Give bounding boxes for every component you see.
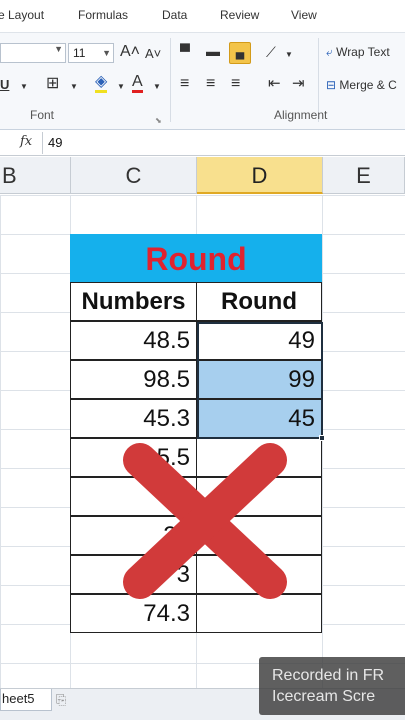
- font-size-select[interactable]: 11 ▼: [68, 43, 114, 63]
- alignment-group-label: Alignment: [274, 108, 328, 122]
- table-title[interactable]: Round: [70, 234, 322, 282]
- increase-indent-icon[interactable]: ⇥: [292, 75, 305, 93]
- header-round[interactable]: Round: [196, 282, 322, 321]
- chevron-down-icon: ▼: [54, 44, 63, 54]
- fill-handle[interactable]: [319, 435, 325, 441]
- font-color-icon[interactable]: A: [132, 74, 143, 93]
- chevron-down-icon: ▼: [102, 48, 111, 58]
- ribbon-tabs: e Layout Formulas Data Review View: [0, 0, 405, 33]
- orientation-icon[interactable]: ⟋: [266, 43, 276, 61]
- wrap-text-label: Wrap Text: [336, 45, 390, 59]
- wrap-text-button[interactable]: ⤶ Wrap Text: [326, 45, 390, 60]
- borders-icon[interactable]: ⊞: [46, 75, 59, 93]
- red-cross-icon: [123, 443, 287, 599]
- fx-icon[interactable]: fx: [20, 134, 32, 149]
- chevron-down-icon[interactable]: ▼: [153, 78, 161, 96]
- column-header-b[interactable]: B: [0, 157, 71, 194]
- merge-center-button[interactable]: ⊟ Merge & C: [326, 78, 397, 92]
- align-middle-icon[interactable]: ▬: [206, 42, 220, 60]
- tab-page-layout[interactable]: e Layout: [0, 8, 44, 22]
- chevron-down-icon[interactable]: ▼: [20, 78, 28, 96]
- align-left-icon[interactable]: ≡: [180, 75, 189, 93]
- formula-bar: fx 49: [0, 130, 405, 156]
- recording-watermark: Recorded in FR Icecream Scre: [259, 657, 405, 715]
- sheet-tab[interactable]: heet5: [0, 689, 52, 711]
- font-name-select[interactable]: ▼: [0, 43, 66, 63]
- cell-number[interactable]: 48.5: [70, 321, 197, 360]
- cell-round[interactable]: 49: [196, 321, 322, 360]
- merge-label: Merge & C: [339, 78, 397, 92]
- font-size-value: 11: [73, 46, 86, 60]
- fill-color-icon[interactable]: ◈: [95, 74, 108, 93]
- decrease-indent-icon[interactable]: ⇤: [268, 75, 281, 93]
- gridline: [322, 195, 323, 690]
- align-center-icon[interactable]: ≡: [206, 75, 215, 93]
- font-group-label: Font: [30, 108, 55, 122]
- wrap-text-icon: ⤶: [326, 45, 333, 59]
- watermark-line-1: Recorded in FR: [272, 667, 385, 684]
- new-sheet-icon[interactable]: ⎘: [56, 692, 66, 708]
- header-numbers[interactable]: Numbers: [70, 282, 197, 321]
- formula-input[interactable]: 49: [48, 135, 62, 150]
- grow-font-button[interactable]: A˄: [120, 43, 140, 61]
- chevron-down-icon[interactable]: ▼: [117, 78, 125, 96]
- tab-formulas[interactable]: Formulas: [78, 8, 128, 22]
- tab-review[interactable]: Review: [220, 8, 259, 22]
- cell-number[interactable]: 98.5: [70, 360, 197, 399]
- align-right-icon[interactable]: ≡: [231, 75, 240, 93]
- align-bottom-icon[interactable]: ▄: [229, 42, 251, 64]
- merge-icon: ⊟: [326, 78, 337, 92]
- chevron-down-icon[interactable]: ▼: [285, 46, 293, 64]
- chevron-down-icon[interactable]: ▼: [70, 78, 78, 96]
- column-header-c[interactable]: C: [71, 157, 197, 194]
- watermark-line-2: Icecream Scre: [272, 688, 376, 705]
- dialog-launcher-icon[interactable]: ⬊: [155, 112, 162, 130]
- shrink-font-button[interactable]: A˅: [145, 45, 161, 63]
- ribbon: e Layout Formulas Data Review View ▼ 11 ▼…: [0, 0, 405, 130]
- tab-view[interactable]: View: [291, 8, 317, 22]
- column-header-d[interactable]: D: [197, 157, 323, 194]
- cell-round[interactable]: 99: [196, 360, 322, 399]
- formula-divider: [42, 132, 43, 154]
- group-divider: [170, 38, 171, 122]
- tab-data[interactable]: Data: [162, 8, 187, 22]
- underline-button[interactable]: U: [0, 76, 9, 94]
- align-top-icon[interactable]: ▀: [180, 42, 190, 60]
- column-header-e[interactable]: E: [323, 157, 405, 194]
